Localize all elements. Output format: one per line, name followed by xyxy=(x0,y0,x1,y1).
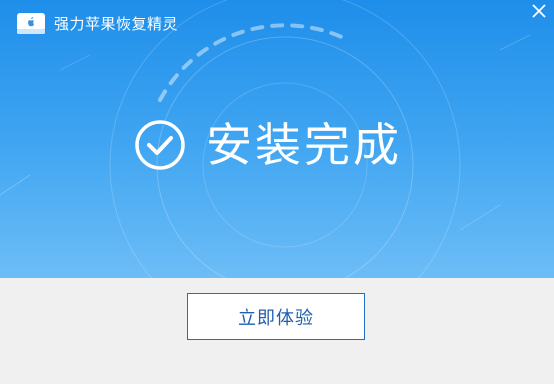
install-status: 安装完成 xyxy=(134,112,402,178)
check-circle-icon xyxy=(135,120,185,170)
footer-panel: 立即体验 xyxy=(0,278,554,384)
hero-banner: 强力苹果恢复精灵 安装完成 xyxy=(0,0,554,278)
try-now-button[interactable]: 立即体验 xyxy=(187,293,365,340)
apple-drive-icon xyxy=(17,13,45,34)
close-icon[interactable] xyxy=(528,0,550,22)
status-text: 安装完成 xyxy=(206,118,402,172)
installer-window: 强力苹果恢复精灵 安装完成 立即体验 xyxy=(0,0,554,384)
title-bar: 强力苹果恢复精灵 xyxy=(0,0,554,46)
window-title: 强力苹果恢复精灵 xyxy=(54,15,179,33)
